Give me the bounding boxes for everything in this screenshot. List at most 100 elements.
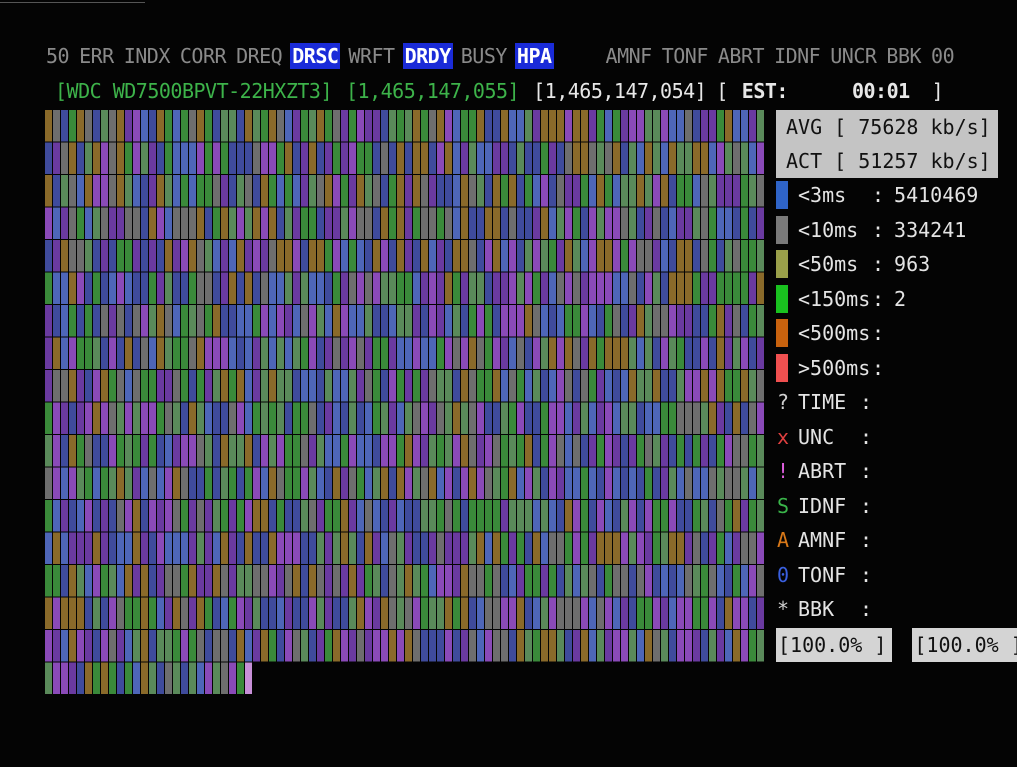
scan-block [477, 142, 484, 174]
scan-block [413, 305, 420, 337]
scan-block [525, 240, 532, 272]
scan-block [717, 402, 724, 434]
scan-block [261, 597, 268, 629]
scan-block [117, 142, 124, 174]
status-flag-uncr: UNCR [830, 44, 877, 68]
scan-block [181, 370, 188, 402]
scan-block [629, 272, 636, 304]
scan-block [269, 272, 276, 304]
scan-block [653, 532, 660, 564]
scan-block [349, 272, 356, 304]
scan-block [349, 240, 356, 272]
scan-block [605, 175, 612, 207]
scan-block [725, 175, 732, 207]
scan-block [341, 370, 348, 402]
scan-block [749, 110, 756, 142]
scan-block [629, 630, 636, 662]
scan-block [189, 207, 196, 239]
scan-block [45, 630, 52, 662]
scan-block [85, 272, 92, 304]
scan-block [573, 565, 580, 597]
scan-block [509, 435, 516, 467]
scan-block [661, 565, 668, 597]
scan-block [677, 597, 684, 629]
scan-block [53, 500, 60, 532]
scan-block [621, 500, 628, 532]
scan-block [509, 597, 516, 629]
scan-block [645, 240, 652, 272]
scan-block [357, 532, 364, 564]
scan-block [517, 500, 524, 532]
status-flag-tonf: TONF [661, 44, 709, 68]
scan-block [221, 337, 228, 369]
scan-block [605, 240, 612, 272]
scan-block [389, 500, 396, 532]
scan-block [477, 110, 484, 142]
scan-block [245, 597, 252, 629]
scan-block [597, 597, 604, 629]
scan-block [429, 337, 436, 369]
scan-block [221, 630, 228, 662]
scan-block [653, 467, 660, 499]
scan-block [437, 110, 444, 142]
scan-block [581, 240, 588, 272]
scan-block [541, 142, 548, 174]
scan-block [133, 240, 140, 272]
scan-block [189, 305, 196, 337]
scan-block [389, 175, 396, 207]
scan-block [285, 337, 292, 369]
scan-block [157, 142, 164, 174]
scan-block [189, 597, 196, 629]
scan-block [645, 500, 652, 532]
scan-block [669, 500, 676, 532]
scan-block [693, 337, 700, 369]
scan-block [333, 240, 340, 272]
scan-block [653, 175, 660, 207]
scan-block [453, 402, 460, 434]
scan-block [133, 435, 140, 467]
scan-block [621, 240, 628, 272]
scan-block [397, 110, 404, 142]
scan-block [533, 597, 540, 629]
scan-block [221, 142, 228, 174]
scan-block [269, 630, 276, 662]
scan-block [565, 240, 572, 272]
scan-block [605, 532, 612, 564]
scan-block [677, 110, 684, 142]
scan-block [677, 435, 684, 467]
scan-block [493, 337, 500, 369]
scan-block [597, 467, 604, 499]
scan-block [549, 272, 556, 304]
scan-block [77, 597, 84, 629]
scan-block [717, 597, 724, 629]
scan-block [365, 240, 372, 272]
scan-block [205, 110, 212, 142]
scan-block [405, 110, 412, 142]
scan-block [309, 142, 316, 174]
scan-block [621, 597, 628, 629]
scan-block [637, 142, 644, 174]
scan-block [333, 597, 340, 629]
scan-block [717, 142, 724, 174]
scan-block [589, 435, 596, 467]
scan-block [413, 272, 420, 304]
scan-block [645, 207, 652, 239]
scan-block [237, 630, 244, 662]
scan-block [549, 240, 556, 272]
scan-block [173, 272, 180, 304]
status-flag-dreq: DREQ [236, 44, 283, 68]
scan-block [157, 207, 164, 239]
scan-block [629, 565, 636, 597]
scan-block [61, 272, 68, 304]
scan-block [605, 207, 612, 239]
latency-color-swatch [776, 284, 788, 313]
scan-block [725, 630, 732, 662]
scan-block [45, 370, 52, 402]
scan-block [597, 630, 604, 662]
scan-block [549, 337, 556, 369]
scan-block [349, 500, 356, 532]
scan-block [85, 240, 92, 272]
scan-block [637, 435, 644, 467]
scan-block [245, 110, 252, 142]
scan-block [253, 500, 260, 532]
